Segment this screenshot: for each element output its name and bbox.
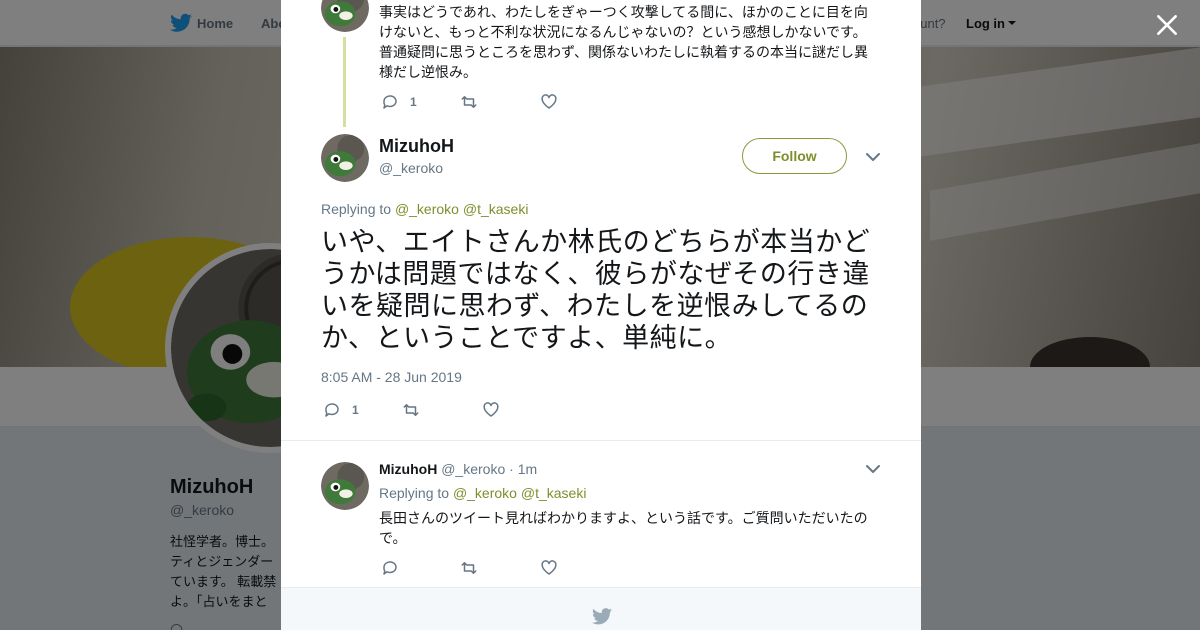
like-button[interactable]	[540, 93, 558, 111]
previous-tweet-actions: 1	[381, 93, 681, 111]
retweet-button[interactable]	[460, 559, 478, 577]
author-name[interactable]: MizuhoH	[379, 136, 454, 157]
avatar[interactable]	[321, 134, 369, 182]
frog-avatar-image	[321, 134, 369, 182]
reply-author-line: MizuhoH @_keroko · 1m	[379, 461, 537, 477]
replying-to-line: Replying to @_keroko @t_kaseki	[321, 201, 528, 217]
previous-tweet-text: 事実はどうであれ、わたしをぎゃーつく攻撃してる間に、ほかのことに目を向けないと、…	[379, 4, 869, 80]
replying-to-label: Replying to	[379, 485, 450, 501]
reply-age[interactable]: · 1m	[509, 461, 537, 477]
heart-icon	[541, 94, 557, 109]
reply-icon	[325, 403, 339, 417]
reply-tweet-text: 長田さんのツイート見ればわかりますよ、という話です。ご質問いただいたので。	[379, 510, 868, 546]
main-tweet-actions: 1	[323, 401, 623, 419]
frog-avatar-image	[321, 462, 369, 510]
retweet-icon	[461, 96, 477, 108]
retweet-icon	[461, 562, 477, 574]
reply-button[interactable]: 1	[381, 93, 417, 111]
replying-to-label: Replying to	[321, 201, 392, 217]
retweet-button[interactable]	[460, 93, 478, 111]
retweet-icon	[403, 404, 419, 416]
author-handle[interactable]: @_keroko	[379, 160, 443, 176]
chevron-down-icon[interactable]	[866, 152, 880, 162]
twitter-bird-icon	[592, 608, 612, 625]
reply-tweet-actions	[381, 559, 681, 577]
reply-count: 1	[410, 95, 417, 109]
like-button[interactable]	[540, 559, 558, 577]
tweet-timestamp[interactable]: 8:05 AM - 28 Jun 2019	[321, 369, 462, 385]
heart-icon	[541, 560, 557, 575]
reply-button[interactable]: 1	[323, 401, 359, 419]
reply-button[interactable]	[381, 559, 399, 577]
close-icon[interactable]	[1154, 12, 1180, 38]
mention-link[interactable]: @t_kaseki	[521, 485, 587, 501]
reply-author-name[interactable]: MizuhoH	[379, 461, 437, 477]
mention-link[interactable]: @t_kaseki	[463, 201, 529, 217]
avatar[interactable]	[321, 462, 369, 510]
tweet-divider	[281, 440, 921, 441]
reply-count: 1	[352, 403, 359, 417]
heart-icon	[483, 402, 499, 417]
mention-link[interactable]: @_keroko	[395, 201, 459, 217]
chevron-down-icon[interactable]	[866, 464, 880, 474]
modal-footer	[281, 587, 921, 630]
conversation-thread-line	[343, 37, 346, 127]
follow-button[interactable]: Follow	[742, 138, 847, 174]
reply-icon	[383, 95, 397, 109]
like-button[interactable]	[482, 401, 500, 419]
reply-icon	[383, 561, 397, 575]
main-tweet-text: いや、エイトさんか林氏のどちらが本当かどうかは問題ではなく、彼らがなぜその行き違…	[321, 227, 871, 353]
reply-author-handle[interactable]: @_keroko	[441, 461, 505, 477]
mention-link[interactable]: @_keroko	[453, 485, 517, 501]
replying-to-line: Replying to @_keroko @t_kaseki	[379, 485, 586, 501]
retweet-button[interactable]	[402, 401, 420, 419]
